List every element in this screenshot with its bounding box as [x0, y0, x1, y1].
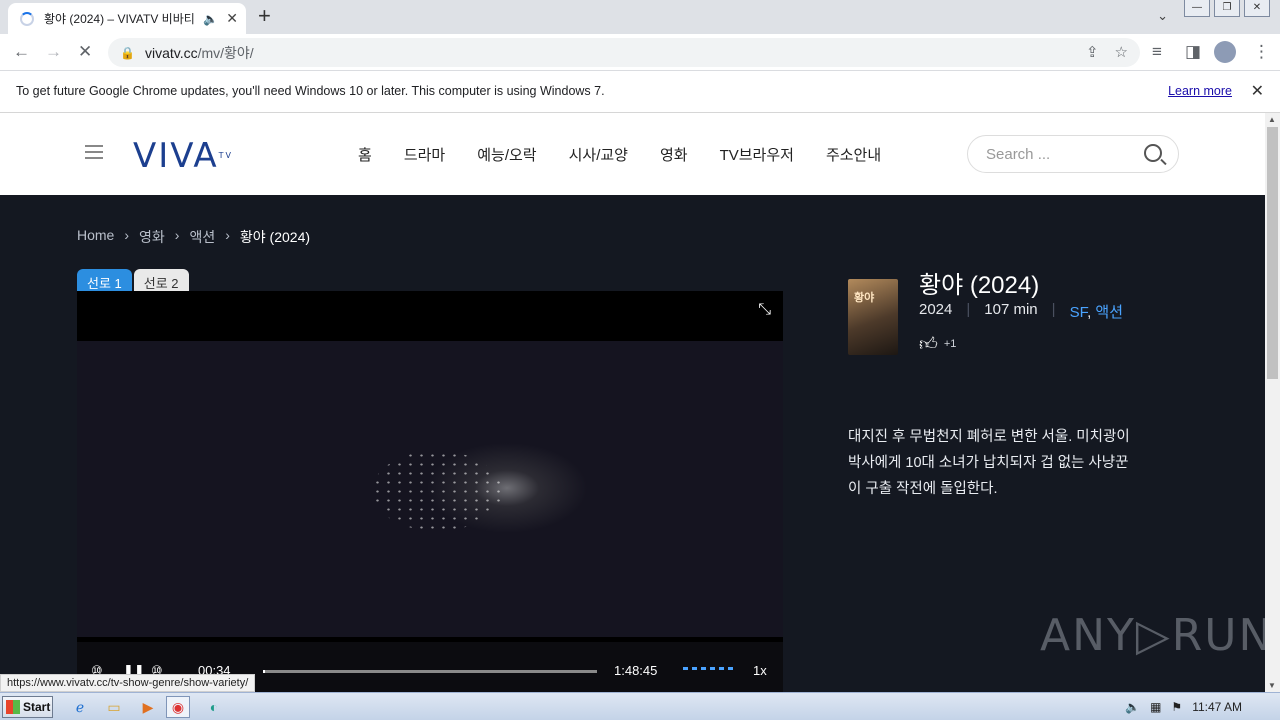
window-controls: — ❐ ✕	[1184, 0, 1270, 17]
movie-year: 2024	[919, 301, 953, 318]
scroll-up-icon[interactable]: ▲	[1268, 115, 1276, 124]
nav-item-drama[interactable]: 드라마	[404, 144, 445, 165]
movie-title: 황야 (2024)	[919, 272, 1040, 299]
video-content	[372, 451, 502, 531]
logo-text: VIVA	[133, 136, 219, 176]
media-control-icon[interactable]: ≡	[1152, 42, 1162, 62]
like-button[interactable]: 👍︎ +1	[919, 333, 956, 355]
network-tray-icon[interactable]: ▦	[1150, 700, 1161, 714]
poster-title: 황야	[854, 292, 875, 304]
loading-spinner-icon	[20, 11, 34, 26]
movie-meta: 2024 | 107 min | SF, 액션	[919, 301, 1123, 322]
thumbs-up-icon: 👍︎	[919, 334, 938, 354]
breadcrumb-separator-icon: ›	[174, 227, 180, 243]
back-arrow-icon[interactable]: ←	[13, 42, 30, 62]
side-panel-icon[interactable]: ◨	[1185, 42, 1201, 62]
tab-strip: 황야 (2024) – VIVATV 비바티비 🔈 ✕ + ⌄ — ❐ ✕	[0, 0, 1280, 34]
logo-superscript: TV	[218, 151, 233, 160]
restore-button[interactable]: ❐	[1214, 0, 1240, 17]
site-search	[967, 135, 1179, 173]
volume-tray-icon[interactable]: 🔈	[1125, 700, 1140, 714]
genre-link-sf[interactable]: SF	[1070, 304, 1088, 321]
tab-title: 황야 (2024) – VIVATV 비바티비	[44, 12, 196, 26]
meta-divider: |	[966, 301, 971, 318]
movie-runtime: 107 min	[984, 301, 1038, 318]
stop-loading-icon[interactable]: ✕	[78, 42, 92, 62]
url-host: vivatv.cc	[144, 44, 198, 61]
scroll-down-icon[interactable]: ▼	[1268, 681, 1276, 690]
anyrun-watermark: ANY▷RUN	[1040, 610, 1274, 661]
lock-icon[interactable]: 🔒	[120, 46, 135, 60]
nav-item-tv-browser[interactable]: TV브라우저	[720, 144, 794, 165]
hamburger-menu-icon[interactable]	[85, 145, 103, 163]
site-header: VIVATV 홈 드라마 예능/오락 시사/교양 영화 TV브라우저 주소안내	[0, 113, 1265, 195]
tab-close-icon[interactable]: ✕	[226, 10, 238, 27]
breadcrumb-current: 황야 (2024)	[239, 229, 311, 245]
page-scrollbar[interactable]: ▲ ▼	[1265, 113, 1280, 692]
profile-avatar[interactable]	[1214, 41, 1236, 63]
progress-bar[interactable]	[263, 670, 597, 673]
video-frame[interactable]	[77, 341, 783, 637]
nav-item-documentary[interactable]: 시사/교양	[569, 144, 628, 165]
window-close-button[interactable]: ✕	[1244, 0, 1270, 17]
file-explorer-icon[interactable]: ▭	[102, 696, 126, 718]
nav-item-movie[interactable]: 영화	[660, 144, 688, 165]
breadcrumb: Home › 영화 › 액션 › 황야 (2024)	[77, 227, 310, 247]
infobar-message: To get future Google Chrome updates, you…	[16, 84, 605, 98]
tab-search-chevron-icon[interactable]: ⌄	[1157, 8, 1168, 24]
nav-item-variety[interactable]: 예능/오락	[477, 144, 536, 165]
genre-link-action[interactable]: 액션	[1095, 304, 1123, 321]
breadcrumb-separator-icon: ›	[124, 227, 130, 243]
forward-arrow-icon[interactable]: →	[45, 42, 62, 62]
breadcrumb-action[interactable]: 액션	[189, 227, 215, 247]
url-path: /mv/황야/	[197, 44, 254, 61]
taskbar: Start ℯ ▭ ▶ ◉ ◐ 🔈 ▦ ⚑ 11:47 AM	[0, 692, 1280, 720]
genre-separator: ,	[1087, 304, 1092, 321]
speaker-icon[interactable]: 🔈	[203, 12, 218, 26]
internet-explorer-icon[interactable]: ℯ	[68, 696, 92, 718]
new-tab-button[interactable]: +	[258, 5, 271, 27]
start-label: Start	[23, 700, 51, 714]
video-player[interactable]: ⤡ ⑩ ❚❚ ⑩ 00:34 1:48:45 1x	[77, 291, 783, 692]
address-bar[interactable]: 🔒 vivatv.cc/mv/황야/ ⇪ ☆	[108, 38, 1140, 67]
browser-tab[interactable]: 황야 (2024) – VIVATV 비바티비 🔈 ✕	[8, 3, 246, 34]
flag-tray-icon[interactable]: ⚑	[1171, 700, 1182, 714]
volume-slider[interactable]	[683, 667, 737, 670]
breadcrumb-home[interactable]: Home	[77, 227, 114, 247]
breadcrumb-movie[interactable]: 영화	[139, 227, 165, 247]
system-tray: 🔈 ▦ ⚑ 11:47 AM	[1125, 693, 1280, 720]
menu-kebab-icon[interactable]: ⋮	[1253, 42, 1270, 62]
fullscreen-exit-icon[interactable]: ⤡	[758, 301, 771, 319]
meta-divider: |	[1051, 301, 1056, 318]
scrollbar-thumb[interactable]	[1267, 127, 1278, 379]
main-content: Home › 영화 › 액션 › 황야 (2024) 선로 1 선로 2 ⤡ ⑩…	[0, 195, 1271, 692]
site-logo[interactable]: VIVATV	[133, 139, 233, 173]
search-input[interactable]	[986, 145, 1136, 163]
start-button[interactable]: Start	[2, 696, 53, 718]
like-count: +1	[943, 338, 957, 350]
breadcrumb-separator-icon: ›	[225, 227, 230, 243]
share-icon[interactable]: ⇪	[1086, 43, 1099, 61]
update-infobar: To get future Google Chrome updates, you…	[0, 71, 1280, 113]
bookmark-star-icon[interactable]: ☆	[1115, 43, 1128, 61]
chrome-icon[interactable]: ◉	[166, 696, 190, 718]
browser-toolbar: ← → ✕ 🔒 vivatv.cc/mv/황야/ ⇪ ☆ ≡ ◨ ⋮	[0, 34, 1280, 71]
edge-icon[interactable]: ◐	[202, 696, 226, 718]
duration: 1:48:45	[614, 663, 658, 678]
progress-fill	[263, 670, 265, 673]
main-nav: 홈 드라마 예능/오락 시사/교양 영화 TV브라우저 주소안내	[358, 144, 881, 165]
movie-description: 대지진 후 무법천지 폐허로 변한 서울. 미치광이 박사에게 10대 소녀가 …	[848, 429, 1130, 497]
learn-more-link[interactable]: Learn more	[1168, 84, 1232, 98]
clock[interactable]: 11:47 AM	[1192, 700, 1242, 714]
status-url: https://www.vivatv.cc/tv-show-genre/show…	[0, 674, 256, 692]
media-player-icon[interactable]: ▶	[136, 696, 160, 718]
playback-speed-button[interactable]: 1x	[753, 663, 767, 678]
search-icon[interactable]	[1144, 144, 1162, 162]
movie-poster[interactable]: 황야	[848, 279, 898, 355]
minimize-button[interactable]: —	[1184, 0, 1210, 17]
nav-item-home[interactable]: 홈	[358, 144, 372, 165]
infobar-close-icon[interactable]: ✕	[1251, 81, 1264, 101]
nav-item-address[interactable]: 주소안내	[826, 144, 881, 165]
windows-logo-icon	[6, 700, 20, 714]
